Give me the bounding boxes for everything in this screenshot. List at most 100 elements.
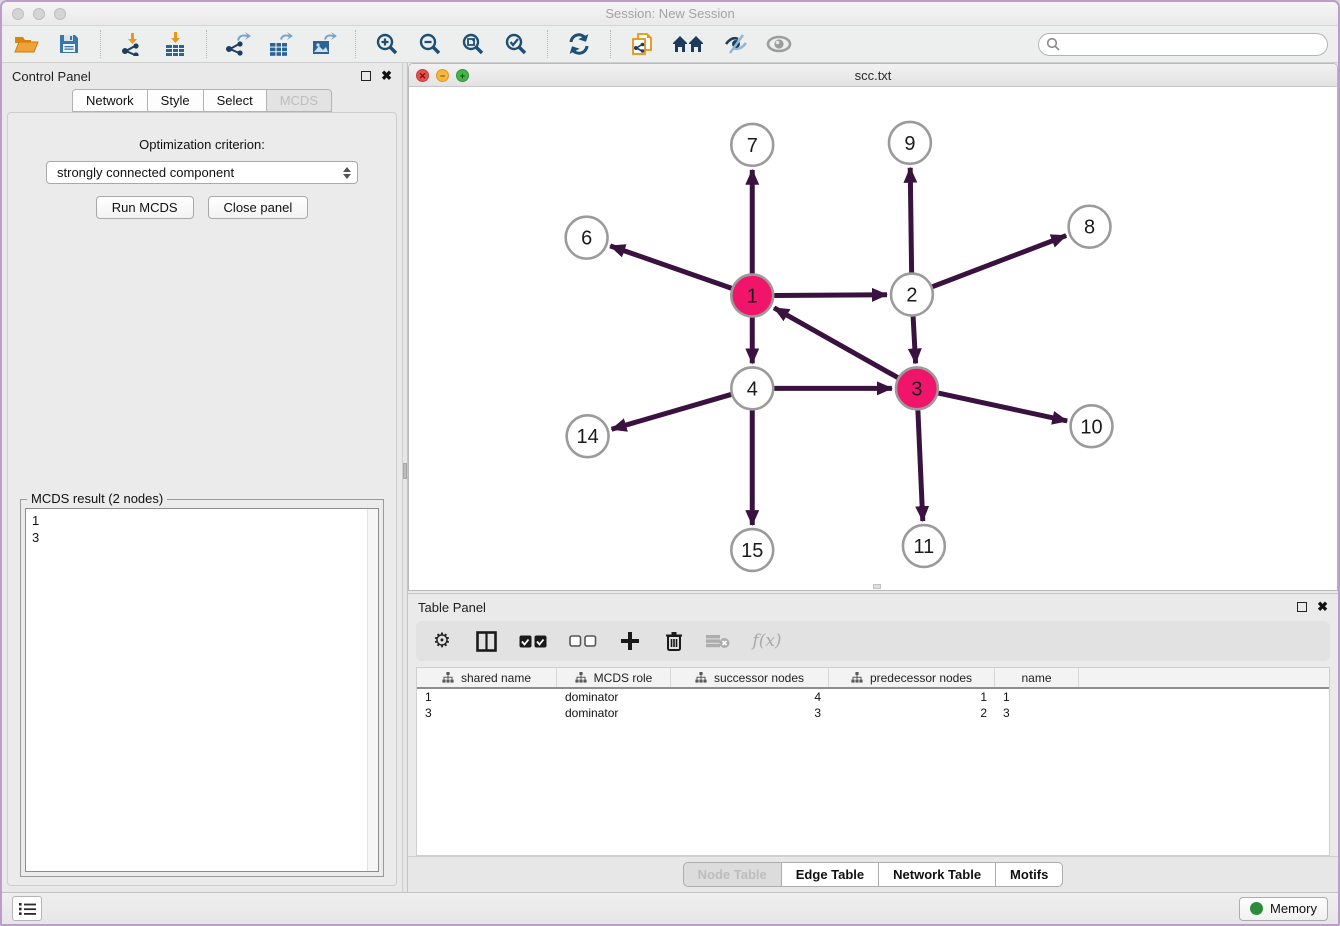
tab-select[interactable]: Select (204, 89, 267, 112)
node-label: 1 (747, 286, 758, 308)
run-mcds-button[interactable]: Run MCDS (96, 196, 194, 219)
table-row[interactable]: 1dominator411 (417, 689, 1329, 705)
gear-icon: ⚙ (433, 631, 451, 651)
edge-2-8[interactable] (932, 236, 1066, 287)
node-7[interactable]: 7 (731, 124, 773, 166)
float-panel-icon[interactable] (361, 71, 371, 81)
new-network-from-selection-button[interactable] (628, 30, 656, 58)
zoom-in-button[interactable] (373, 30, 401, 58)
apply-layout-button[interactable] (565, 30, 593, 58)
import-network-button[interactable] (118, 30, 146, 58)
column-header-predecessor-nodes[interactable]: predecessor nodes (829, 668, 995, 687)
zoom-selected-button[interactable] (502, 30, 530, 58)
column-header-name[interactable]: name (995, 668, 1079, 687)
close-window-button[interactable] (12, 8, 24, 20)
tab-mcds[interactable]: MCDS (267, 89, 332, 112)
node-label: 15 (741, 540, 763, 562)
result-scrollbar[interactable] (367, 509, 378, 871)
cell-predecessor-nodes: 2 (829, 706, 995, 720)
network-close-button[interactable]: ✕ (416, 69, 429, 82)
import-table-icon (163, 32, 187, 56)
table-body: 1dominator4113dominator323 (417, 689, 1329, 721)
deselect-all-button[interactable] (568, 629, 598, 653)
table-settings-button[interactable]: ⚙ (430, 629, 454, 653)
function-builder-button[interactable]: f(x) (750, 629, 784, 653)
open-session-button[interactable] (12, 30, 40, 58)
node-2[interactable]: 2 (891, 274, 933, 316)
node-11[interactable]: 11 (903, 525, 945, 567)
table-tab-edge-table[interactable]: Edge Table (782, 862, 879, 887)
table-row[interactable]: 3dominator323 (417, 705, 1329, 721)
tab-network[interactable]: Network (72, 89, 148, 112)
node-label: 2 (906, 285, 917, 307)
mcds-result-text[interactable]: 1 3 (26, 509, 367, 871)
memory-label: Memory (1270, 901, 1317, 916)
refresh-layout-icon (567, 32, 591, 56)
close-panel-icon[interactable]: ✖ (381, 71, 392, 81)
edge-1-2[interactable] (774, 295, 887, 296)
edge-3-11[interactable] (918, 410, 923, 521)
edge-1-6[interactable] (610, 246, 731, 288)
main-area: Control Panel ✖ NetworkStyleSelectMCDS O… (2, 63, 1338, 892)
import-table-button[interactable] (161, 30, 189, 58)
edge-4-14[interactable] (612, 394, 732, 429)
edge-2-9[interactable] (910, 168, 911, 273)
node-table: shared nameMCDS rolesuccessor nodesprede… (416, 667, 1330, 856)
table-tab-node-table[interactable]: Node Table (683, 862, 782, 887)
new-network-from-selection-icon (629, 31, 655, 57)
column-header-successor-nodes[interactable]: successor nodes (671, 668, 829, 687)
close-panel-button[interactable]: Close panel (208, 196, 309, 219)
zoom-out-button[interactable] (416, 30, 444, 58)
delete-table-button[interactable] (706, 629, 730, 653)
node-4[interactable]: 4 (731, 367, 773, 409)
toggle-graphics-details-button[interactable] (765, 30, 793, 58)
minimize-window-button[interactable] (33, 8, 45, 20)
memory-button[interactable]: Memory (1239, 897, 1328, 921)
select-all-button[interactable] (518, 629, 548, 653)
canvas-resize-grip[interactable] (873, 584, 881, 589)
node-6[interactable]: 6 (566, 217, 608, 259)
network-minimize-button[interactable]: − (436, 69, 449, 82)
export-image-button[interactable] (310, 30, 338, 58)
node-label: 4 (747, 378, 758, 400)
splitter-grip[interactable] (403, 463, 407, 479)
node-15[interactable]: 15 (731, 529, 773, 571)
task-history-button[interactable] (12, 896, 42, 921)
column-header-mcds-role[interactable]: MCDS role (557, 668, 671, 687)
float-panel-icon[interactable] (1297, 602, 1307, 612)
export-network-button[interactable] (224, 30, 252, 58)
table-tab-network-table[interactable]: Network Table (879, 862, 996, 887)
add-column-button[interactable] (618, 629, 642, 653)
first-neighbors-houses-icon (672, 33, 706, 55)
column-header-shared-name[interactable]: shared name (417, 668, 557, 687)
first-neighbors-button[interactable] (671, 30, 707, 58)
node-10[interactable]: 10 (1071, 405, 1113, 447)
criterion-select[interactable]: strongly connected component (46, 161, 358, 184)
edge-3-10[interactable] (938, 393, 1067, 421)
show-hide-graphics-details-button[interactable] (722, 30, 750, 58)
node-14[interactable]: 14 (567, 415, 609, 457)
maximize-window-button[interactable] (54, 8, 66, 20)
node-9[interactable]: 9 (889, 122, 931, 164)
panel-splitter[interactable] (402, 63, 408, 892)
save-session-button[interactable] (55, 30, 83, 58)
node-1[interactable]: 1 (731, 275, 773, 317)
network-maximize-button[interactable]: + (456, 69, 469, 82)
delete-column-button[interactable] (662, 629, 686, 653)
export-table-button[interactable] (267, 30, 295, 58)
search-input[interactable] (1038, 33, 1328, 56)
network-canvas[interactable]: 1 2 3 4 6 7 8 9 10 11 14 15 (409, 87, 1337, 590)
table-tab-motifs[interactable]: Motifs (996, 862, 1063, 887)
close-panel-icon[interactable]: ✖ (1317, 602, 1328, 612)
node-8[interactable]: 8 (1069, 206, 1111, 248)
tab-style[interactable]: Style (148, 89, 204, 112)
network-view-window: ✕ − + scc.txt 1234678910111415 (408, 63, 1338, 591)
zoom-in-icon (375, 32, 399, 56)
show-columns-button[interactable] (474, 629, 498, 653)
criterion-value: strongly connected component (57, 165, 234, 180)
edge-3-1[interactable] (774, 308, 898, 378)
edge-2-3[interactable] (913, 317, 915, 364)
zoom-fit-button[interactable] (459, 30, 487, 58)
node-3[interactable]: 3 (896, 367, 938, 409)
search-icon (1046, 37, 1060, 51)
